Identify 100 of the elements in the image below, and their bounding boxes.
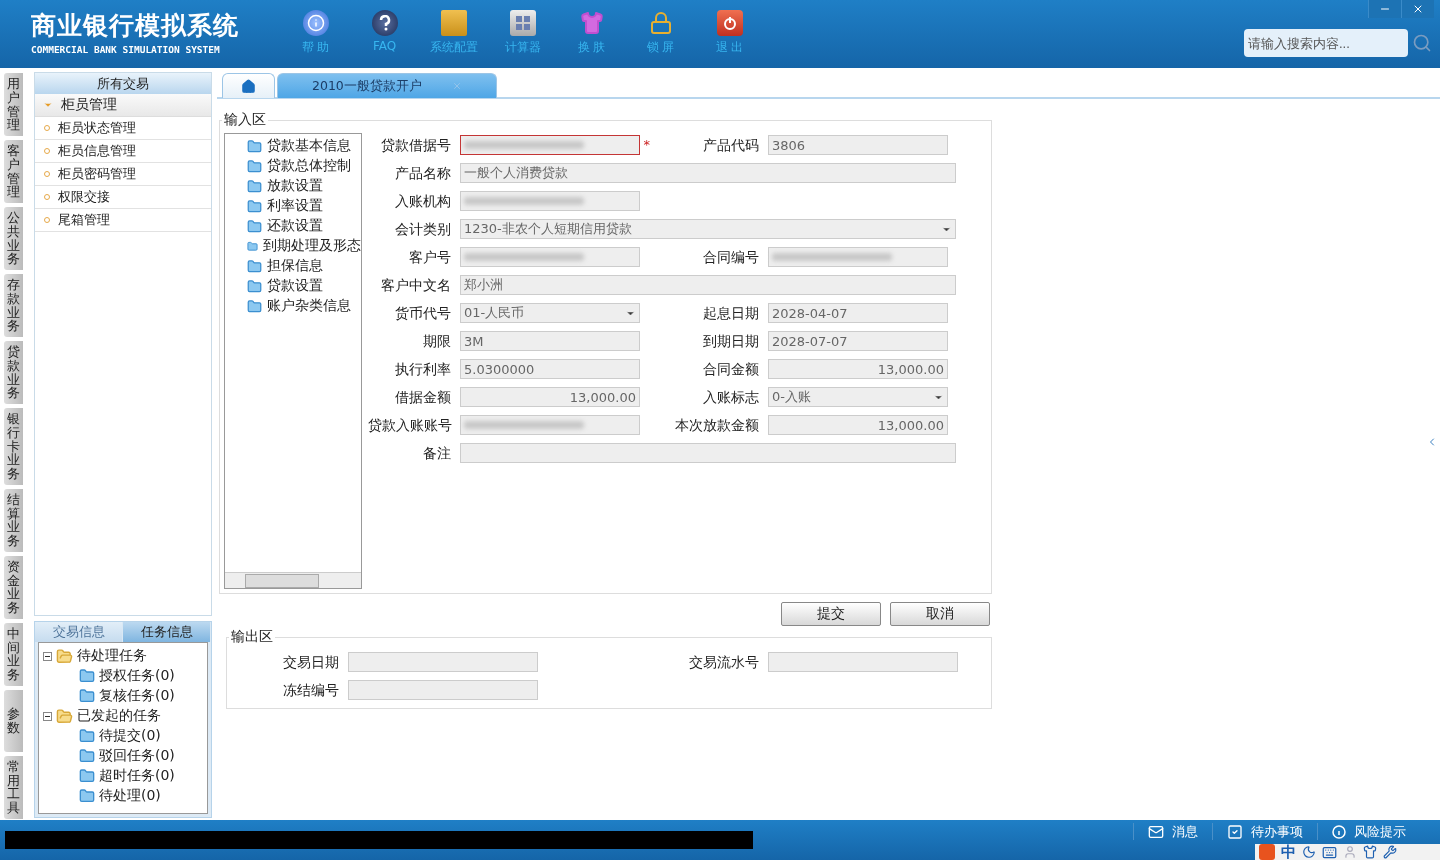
tree-item[interactable]: 还款设置 [267, 217, 323, 235]
tree-item[interactable]: 利率设置 [267, 197, 323, 215]
panel-tab[interactable]: 交易信息 [35, 622, 123, 642]
tree-item[interactable]: 待处理(0) [99, 787, 161, 805]
checkbox-icon [1227, 823, 1243, 840]
folder-icon [79, 688, 95, 704]
input-field[interactable] [460, 247, 640, 267]
input-field[interactable] [460, 443, 956, 463]
side-tab[interactable]: 参数 [4, 689, 23, 752]
input-field[interactable] [768, 652, 958, 672]
input-field[interactable]: 3806 [768, 135, 948, 155]
user-icon[interactable] [1343, 845, 1357, 859]
input-field[interactable]: 13,000.00 [768, 359, 948, 379]
action-button[interactable]: 取消 [890, 602, 990, 626]
action-button[interactable]: 提交 [781, 602, 881, 626]
info-icon [302, 10, 329, 36]
caret-icon [43, 100, 53, 110]
side-tab[interactable]: 资金业务 [4, 555, 23, 619]
menu-item[interactable]: 柜员密码管理 [35, 163, 211, 186]
tree-item[interactable]: 超时任务(0) [99, 767, 175, 785]
dropdown-field[interactable]: 01-人民币 [460, 303, 640, 323]
tree-item[interactable]: 待提交(0) [99, 727, 161, 745]
field-label: 入账机构 [394, 192, 452, 211]
tree-item[interactable]: 授权任务(0) [99, 667, 175, 685]
field-label: 备注 [422, 444, 452, 463]
field-label: 会计类别 [394, 220, 452, 239]
tree-item[interactable]: 待处理任务 [77, 647, 147, 665]
shirt-icon [578, 10, 605, 36]
tree-item[interactable]: 贷款总体控制 [267, 157, 351, 175]
folder-icon [247, 258, 262, 274]
moon-icon[interactable] [1302, 845, 1316, 859]
info-icon [1332, 824, 1346, 839]
side-tab[interactable]: 银行卡业务 [4, 408, 23, 485]
dropdown-field[interactable]: 1230-非农个人短期信用贷款 [460, 219, 956, 239]
home-tab[interactable] [222, 73, 275, 98]
input-field[interactable] [768, 247, 948, 267]
menu-group[interactable]: 柜员管理 [35, 94, 211, 117]
input-field[interactable]: 3M [460, 331, 640, 351]
tree-item[interactable]: 到期处理及形态 [263, 237, 361, 255]
calculator-icon [509, 10, 536, 36]
close-icon[interactable] [451, 81, 462, 91]
tree-item[interactable]: 放款设置 [267, 177, 323, 195]
field-label: 客户号 [408, 248, 452, 267]
shirt-icon[interactable] [1363, 845, 1377, 859]
app-subtitle: COMMERCIAL BANK SIMULATION SYSTEM [31, 44, 221, 55]
input-field[interactable] [460, 191, 640, 211]
scrollbar[interactable] [225, 572, 361, 588]
page-tab[interactable]: 2010一般贷款开户 [277, 73, 497, 98]
collapse-icon[interactable] [43, 711, 52, 721]
input-field[interactable]: 一般个人消费贷款 [460, 163, 956, 183]
input-field[interactable]: 2028-04-07 [768, 303, 948, 323]
folder-icon [247, 218, 262, 234]
dropdown-field[interactable]: 0-入账 [768, 387, 948, 407]
tree-item[interactable]: 已发起的任务 [77, 707, 161, 725]
input-field[interactable] [348, 680, 538, 700]
status-button[interactable]: 风险提示 [1317, 823, 1420, 840]
side-tab[interactable]: 结算业务 [4, 488, 23, 552]
close-button[interactable] [1401, 0, 1434, 18]
side-tab[interactable]: 中间业务 [4, 622, 23, 686]
side-tab[interactable]: 存款业务 [4, 274, 23, 337]
side-tab[interactable]: 客户管理 [4, 140, 23, 203]
folder-icon [247, 198, 262, 214]
input-field[interactable]: 13,000.00 [460, 387, 640, 407]
menu-item[interactable]: 柜员信息管理 [35, 140, 211, 163]
menu-item[interactable]: 权限交接 [35, 186, 211, 209]
status-button[interactable]: 待办事项 [1212, 823, 1317, 840]
input-field[interactable] [460, 415, 640, 435]
ime-mode[interactable]: 中 [1281, 842, 1296, 860]
input-field[interactable] [348, 652, 538, 672]
field-label: 产品名称 [394, 164, 452, 183]
folder-icon [247, 158, 262, 174]
input-field[interactable]: 2028-07-07 [768, 331, 948, 351]
tree-item[interactable]: 复核任务(0) [99, 687, 175, 705]
menu-item[interactable]: 柜员状态管理 [35, 117, 211, 140]
field-label: 期限 [422, 332, 452, 351]
collapse-icon[interactable] [43, 651, 52, 661]
input-field[interactable]: 郑小洲 [460, 275, 956, 295]
status-button[interactable]: 消息 [1133, 823, 1212, 840]
side-tab[interactable]: 用户管理 [4, 73, 23, 136]
menu-item[interactable]: 尾箱管理 [35, 209, 211, 232]
tree-item[interactable]: 贷款基本信息 [267, 137, 351, 155]
input-field[interactable]: 5.0300000 [460, 359, 640, 379]
side-tab[interactable]: 常用工具 [4, 755, 23, 819]
field-label: 货币代号 [394, 304, 452, 323]
minimize-button[interactable] [1368, 0, 1401, 18]
wrench-icon[interactable] [1383, 845, 1397, 859]
tree-item[interactable]: 贷款设置 [267, 277, 323, 295]
field-label: 到期日期 [702, 332, 760, 351]
folder-icon [247, 278, 262, 294]
panel-tab[interactable]: 任务信息 [123, 622, 211, 642]
tree-item[interactable]: 担保信息 [267, 257, 323, 275]
tree-item[interactable]: 账户杂类信息 [267, 297, 351, 315]
side-tab[interactable]: 公共业务 [4, 207, 23, 270]
tree-item[interactable]: 驳回任务(0) [99, 747, 175, 765]
search-icon[interactable] [1412, 33, 1432, 53]
input-field[interactable]: 13,000.00 [768, 415, 948, 435]
field-label: 合同编号 [702, 248, 760, 267]
search-field[interactable]: 请输入搜索内容... [1244, 29, 1408, 57]
keyboard-icon[interactable] [1322, 844, 1337, 860]
side-tab[interactable]: 贷款业务 [4, 341, 23, 404]
